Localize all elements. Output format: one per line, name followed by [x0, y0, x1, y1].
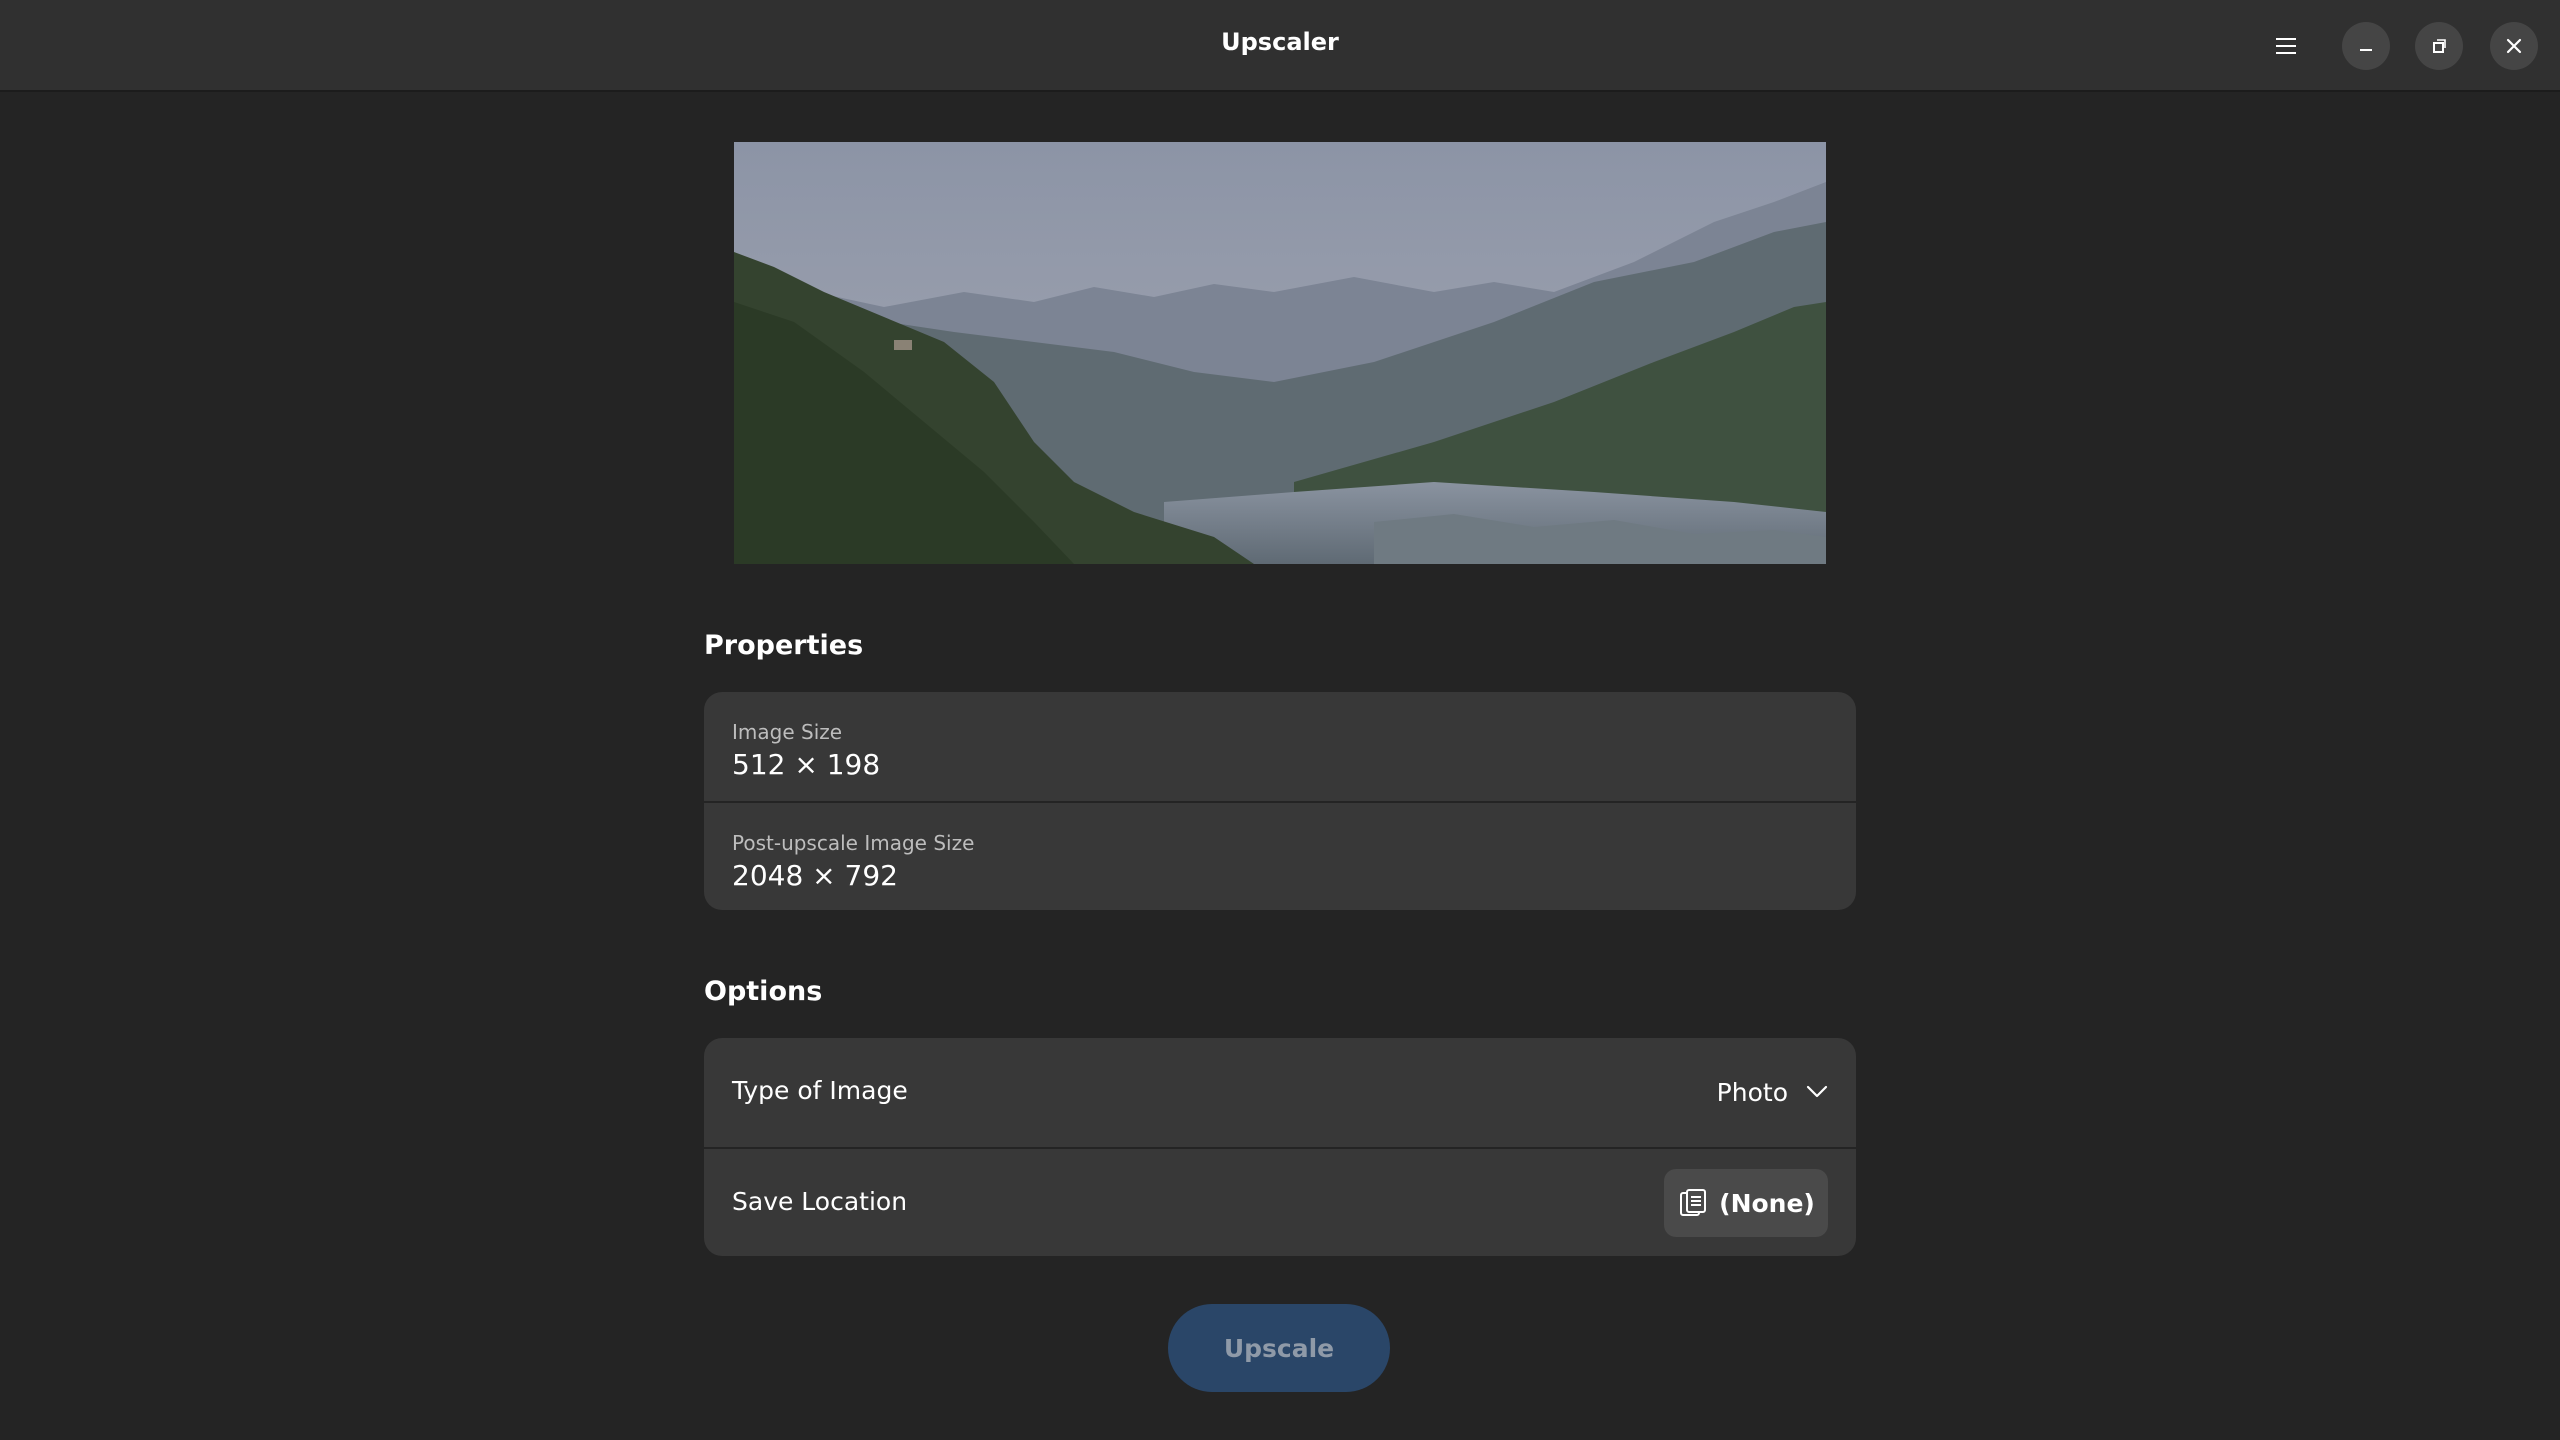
image-preview: [734, 142, 1826, 564]
save-location-value: (None): [1719, 1188, 1815, 1218]
save-location-row: Save Location (None): [704, 1147, 1856, 1256]
image-size-row: Image Size 512 × 198: [704, 692, 1856, 801]
maximize-button[interactable]: [2415, 22, 2463, 70]
save-location-label: Save Location: [732, 1187, 908, 1216]
main-menu-button[interactable]: [2262, 22, 2310, 70]
upscale-button[interactable]: Upscale: [1168, 1304, 1390, 1392]
options-card: Type of Image Photo Save Location (None): [704, 1038, 1856, 1256]
save-location-button[interactable]: (None): [1664, 1169, 1828, 1237]
close-button[interactable]: [2490, 22, 2538, 70]
properties-heading: Properties: [704, 630, 864, 661]
post-upscale-size-label: Post-upscale Image Size: [732, 831, 975, 855]
options-heading: Options: [704, 976, 823, 1007]
type-of-image-value: Photo: [1716, 1077, 1788, 1107]
type-of-image-label: Type of Image: [732, 1076, 908, 1105]
image-size-value: 512 × 198: [732, 748, 881, 781]
minimize-button[interactable]: [2342, 22, 2390, 70]
minimize-icon: [2360, 49, 2372, 51]
document-folder-icon: [1680, 1189, 1707, 1216]
close-icon: [2506, 38, 2522, 54]
restore-icon: [2433, 39, 2446, 53]
chevron-down-icon: [1806, 1085, 1828, 1098]
type-of-image-row[interactable]: Type of Image Photo: [704, 1038, 1856, 1147]
post-upscale-size-row: Post-upscale Image Size 2048 × 792: [704, 801, 1856, 910]
type-of-image-dropdown[interactable]: Photo: [1717, 1068, 1828, 1116]
window-title: Upscaler: [1221, 28, 1339, 56]
properties-card: Image Size 512 × 198 Post-upscale Image …: [704, 692, 1856, 910]
header-bar: Upscaler: [0, 0, 2560, 92]
image-size-label: Image Size: [732, 720, 843, 744]
hamburger-menu-icon: [2276, 38, 2296, 54]
post-upscale-size-value: 2048 × 792: [732, 859, 898, 892]
